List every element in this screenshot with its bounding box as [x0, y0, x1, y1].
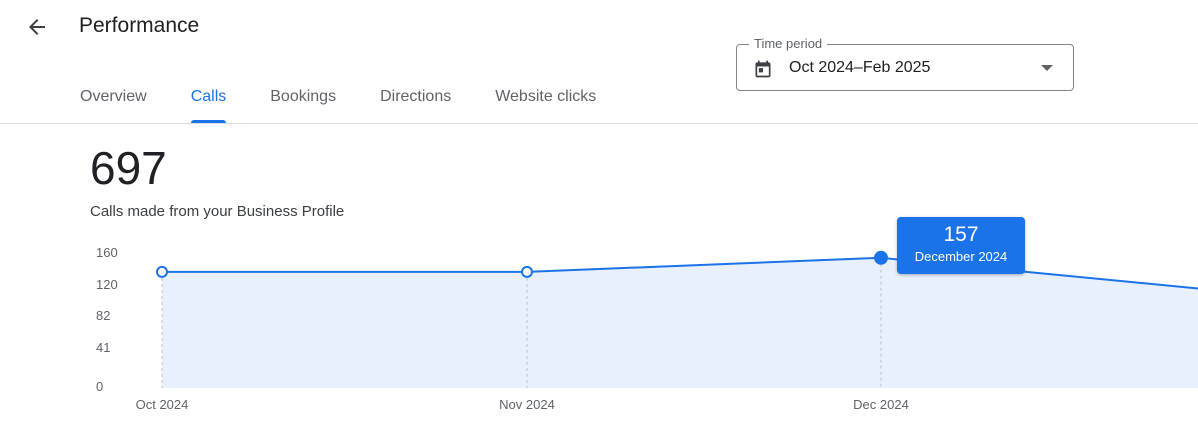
chart-point[interactable] — [521, 265, 533, 278]
tooltip-label: December 2024 — [914, 249, 1008, 264]
y-tick-label: 41 — [96, 340, 110, 355]
y-tick-label: 0 — [96, 379, 103, 394]
y-tick-label: 160 — [96, 245, 118, 260]
x-tick-label: Nov 2024 — [499, 397, 555, 412]
performance-page: Performance Overview Calls Bookings Dire… — [0, 0, 1198, 431]
calls-chart: 0 41 82 120 160 Oct 2024 Nov 2024 Dec 2024 — [96, 245, 1198, 412]
y-tick-label: 82 — [96, 308, 110, 323]
tooltip-value: 157 — [943, 223, 979, 246]
chart-area-fill — [162, 257, 1198, 388]
chart-tooltip: 157 December 2024 — [897, 217, 1025, 274]
chart-point-selected[interactable] — [874, 250, 888, 265]
x-tick-label: Oct 2024 — [136, 397, 189, 412]
chart-point[interactable] — [156, 265, 168, 278]
x-tick-label: Dec 2024 — [853, 397, 909, 412]
y-tick-label: 120 — [96, 277, 118, 292]
